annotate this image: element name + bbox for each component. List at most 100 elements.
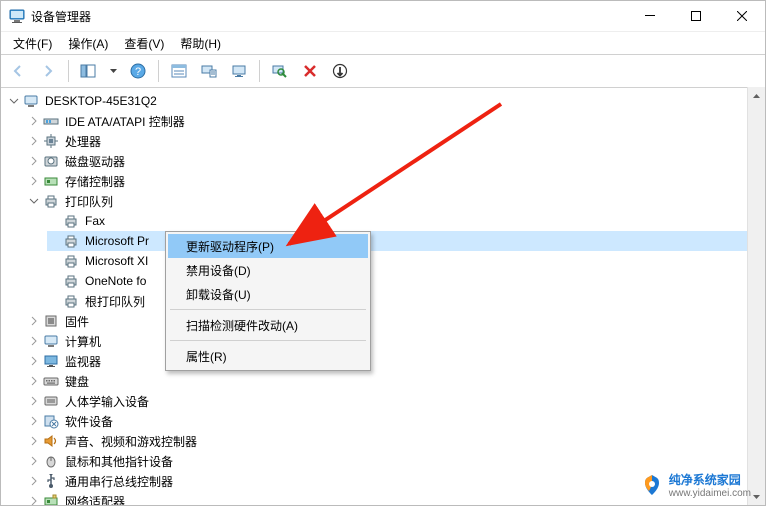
chevron-down-icon [753, 495, 760, 499]
network-adapter-icon [43, 493, 59, 505]
expand-icon[interactable] [27, 414, 41, 428]
toolbar-devices-by-connection[interactable] [226, 58, 252, 84]
tree-item-label: 声音、视频和游戏控制器 [63, 433, 199, 450]
toolbar-uninstall-device[interactable] [297, 58, 323, 84]
toolbar-back[interactable] [5, 58, 31, 84]
tree-item-label: 软件设备 [63, 413, 115, 430]
expand-icon[interactable] [27, 494, 41, 505]
expand-icon[interactable] [27, 374, 41, 388]
menu-action[interactable]: 操作(A) [60, 33, 116, 54]
menu-view[interactable]: 查看(V) [116, 33, 172, 54]
tree-item-label: 键盘 [63, 373, 91, 390]
tree-item-label: Microsoft Pr [83, 234, 151, 248]
toolbar-forward[interactable] [35, 58, 61, 84]
toolbar-devices-by-type[interactable] [196, 58, 222, 84]
maximize-button[interactable] [673, 1, 719, 31]
toolbar-help[interactable]: ? [125, 58, 151, 84]
expand-icon[interactable] [27, 114, 41, 128]
tree-item-sound[interactable]: 声音、视频和游戏控制器 [27, 431, 765, 451]
back-icon [10, 63, 26, 79]
expand-icon[interactable] [27, 154, 41, 168]
tree-item-label: 固件 [63, 313, 91, 330]
tree-item-mouse[interactable]: 鼠标和其他指针设备 [27, 451, 765, 471]
ctx-scan-hardware[interactable]: 扫描检测硬件改动(A) [168, 313, 368, 337]
toolbar-scan-hardware[interactable] [267, 58, 293, 84]
tree-item-cpu[interactable]: 处理器 [27, 131, 765, 151]
expand-icon[interactable] [27, 314, 41, 328]
tree-item-software-devices[interactable]: 软件设备 [27, 411, 765, 431]
chevron-up-icon [753, 94, 760, 98]
device-tree[interactable]: DESKTOP-45E31Q2 IDE ATA/ATAPI 控制器 处理器 [1, 87, 765, 505]
tree-item-disk[interactable]: 磁盘驱动器 [27, 151, 765, 171]
printer-icon [63, 253, 79, 269]
tree-item-label: 计算机 [63, 333, 103, 350]
menu-help[interactable]: 帮助(H) [172, 33, 229, 54]
expand-icon[interactable] [27, 354, 41, 368]
watermark: 纯净系统家园 www.yidaimei.com [641, 471, 751, 499]
watermark-name: 纯净系统家园 [669, 473, 741, 487]
tree-item-print-queues[interactable]: 打印队列 [27, 191, 765, 211]
details-pane-icon [171, 63, 187, 79]
toolbar-details-pane[interactable] [166, 58, 192, 84]
printer-icon [63, 213, 79, 229]
ctx-separator [170, 340, 366, 341]
tree-item-keyboard[interactable]: 键盘 [27, 371, 765, 391]
tree-item-fax[interactable]: Fax [47, 211, 765, 231]
tree-item-computer[interactable]: 计算机 [27, 331, 765, 351]
sound-controller-icon [43, 433, 59, 449]
help-icon: ? [130, 63, 146, 79]
printer-icon [63, 293, 79, 309]
tree-item-ms-xps[interactable]: Microsoft XI [47, 251, 765, 271]
ctx-properties[interactable]: 属性(R) [168, 344, 368, 368]
close-button[interactable] [719, 1, 765, 31]
tree-item-hid[interactable]: 人体学输入设备 [27, 391, 765, 411]
storage-controller-icon [43, 173, 59, 189]
minimize-button[interactable] [627, 1, 673, 31]
scroll-track[interactable] [748, 104, 765, 488]
expand-icon[interactable] [27, 334, 41, 348]
tree-item-label: 网络适配器 [63, 493, 127, 506]
tree-item-ide[interactable]: IDE ATA/ATAPI 控制器 [27, 111, 765, 131]
tree-item-firmware[interactable]: 固件 [27, 311, 765, 331]
toolbar-update-driver[interactable] [327, 58, 353, 84]
show-hide-console-tree-icon [80, 63, 96, 79]
computer-icon [43, 333, 59, 349]
toolbar-separator [158, 60, 159, 82]
menu-file[interactable]: 文件(F) [5, 33, 60, 54]
tree-item-root-print-queue[interactable]: 根打印队列 [47, 291, 765, 311]
collapse-icon[interactable] [27, 194, 41, 208]
device-manager-window: 设备管理器 文件(F) 操作(A) 查看(V) 帮助(H) ? [0, 0, 766, 506]
tree-item-monitor[interactable]: 监视器 [27, 351, 765, 371]
expand-icon[interactable] [27, 394, 41, 408]
tree-item-label: 根打印队列 [83, 293, 147, 310]
close-icon [737, 11, 747, 21]
tree-item-label: Microsoft XI [83, 254, 150, 268]
expand-icon[interactable] [27, 434, 41, 448]
ctx-disable-device[interactable]: 禁用设备(D) [168, 258, 368, 282]
tree-item-label: Fax [83, 214, 107, 228]
ctx-separator [170, 309, 366, 310]
scroll-up-button[interactable] [748, 87, 765, 104]
tree-item-label: 磁盘驱动器 [63, 153, 127, 170]
printer-icon [63, 233, 79, 249]
expand-icon[interactable] [27, 474, 41, 488]
watermark-text: 纯净系统家园 www.yidaimei.com [669, 471, 751, 499]
tree-item-ms-print-to-pdf[interactable]: Microsoft Pr [47, 231, 765, 251]
vertical-scrollbar[interactable] [747, 87, 765, 505]
tree-item-onenote[interactable]: OneNote fo [47, 271, 765, 291]
computer-icon [23, 93, 39, 109]
toolbar-show-hide-tree[interactable] [76, 58, 121, 84]
expand-icon[interactable] [27, 454, 41, 468]
software-device-icon [43, 413, 59, 429]
expand-icon[interactable] [27, 174, 41, 188]
ctx-update-driver[interactable]: 更新驱动程序(P) [168, 234, 368, 258]
tree-item-label: 处理器 [63, 133, 103, 150]
ctx-uninstall-device[interactable]: 卸载设备(U) [168, 282, 368, 306]
tree-item-label: IDE ATA/ATAPI 控制器 [63, 113, 187, 130]
expand-icon[interactable] [27, 134, 41, 148]
tree-root-label: DESKTOP-45E31Q2 [43, 94, 159, 108]
titlebar: 设备管理器 [1, 1, 765, 31]
tree-root[interactable]: DESKTOP-45E31Q2 [7, 91, 765, 111]
collapse-icon[interactable] [7, 94, 21, 108]
tree-item-storage[interactable]: 存储控制器 [27, 171, 765, 191]
